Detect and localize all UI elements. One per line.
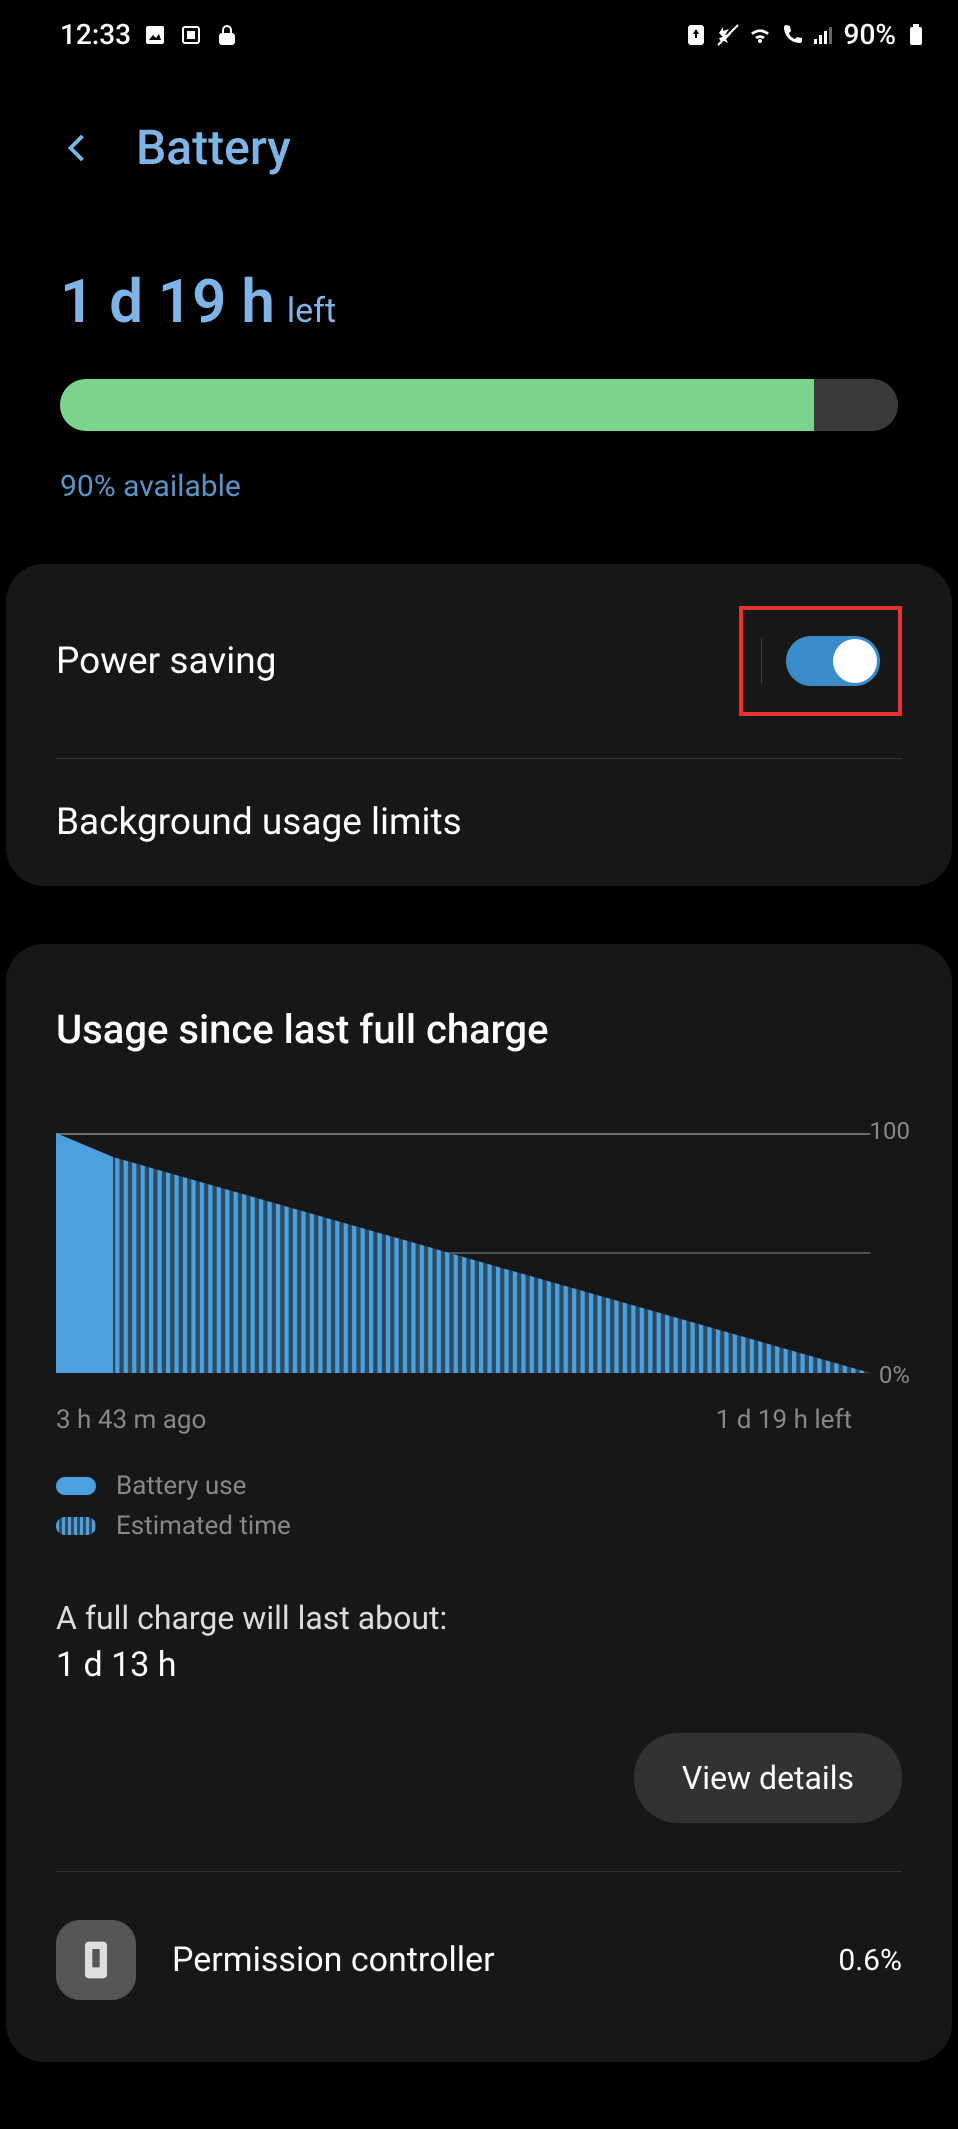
legend-hatch-icon xyxy=(56,1517,96,1535)
chart-y-min: 0% xyxy=(879,1361,910,1389)
bg-limits-label: Background usage limits xyxy=(56,801,462,844)
power-saving-label: Power saving xyxy=(56,640,276,683)
app-pct: 0.6% xyxy=(838,1943,902,1978)
settings-card: Power saving Background usage limits xyxy=(6,564,952,886)
time-left-suffix: left xyxy=(287,291,336,331)
chart-x-start: 3 h 43 m ago xyxy=(56,1405,206,1435)
battery-icon xyxy=(904,23,928,47)
legend-solid-icon xyxy=(56,1477,96,1495)
usage-title: Usage since last full charge xyxy=(56,1006,902,1053)
status-bar: 12:33 90% xyxy=(0,0,958,69)
toggle-knob xyxy=(833,639,877,683)
app-icon xyxy=(56,1920,136,2000)
toggle-separator xyxy=(761,639,762,683)
divider xyxy=(56,1871,902,1872)
lock-icon xyxy=(215,23,239,47)
page-title: Battery xyxy=(136,119,291,176)
chart-legend: Battery use Estimated time xyxy=(56,1471,902,1541)
status-time: 12:33 xyxy=(60,18,131,51)
call-icon xyxy=(780,23,804,47)
back-icon[interactable] xyxy=(60,130,96,166)
vibrate-icon xyxy=(716,23,740,47)
power-saving-toggle[interactable] xyxy=(786,636,880,686)
battery-progress-fill xyxy=(60,379,814,431)
legend-estimated: Estimated time xyxy=(116,1511,291,1541)
chart-x-end: 1 d 19 h left xyxy=(716,1405,852,1435)
legend-battery-use: Battery use xyxy=(116,1471,246,1501)
chart-y-max: 100 xyxy=(870,1117,910,1145)
app-row[interactable]: Permission controller 0.6% xyxy=(56,1920,902,2000)
recycle-icon xyxy=(684,23,708,47)
highlight-box xyxy=(739,606,902,716)
power-saving-row[interactable]: Power saving xyxy=(6,564,952,758)
full-charge-val: 1 d 13 h xyxy=(56,1645,902,1685)
wifi-icon xyxy=(748,23,772,47)
usage-chart[interactable]: 100 0% xyxy=(56,1133,902,1373)
view-details-button[interactable]: View details xyxy=(634,1733,902,1823)
signal-icon xyxy=(812,23,836,47)
app-name: Permission controller xyxy=(172,1940,802,1980)
bg-limits-row[interactable]: Background usage limits xyxy=(6,759,952,886)
usage-card: Usage since last full charge 100 0% 3 h … xyxy=(6,944,952,2062)
header: Battery xyxy=(0,69,958,226)
available-text: 90% available xyxy=(60,469,898,504)
picture-icon xyxy=(143,23,167,47)
time-left-value: 1 d 19 h xyxy=(60,266,275,337)
battery-progress-bar xyxy=(60,379,898,431)
battery-summary: 1 d 19 h left 90% available xyxy=(0,226,958,564)
status-battery-pct: 90% xyxy=(844,18,896,51)
full-charge-text: A full charge will last about: xyxy=(56,1599,902,1637)
stop-icon xyxy=(179,23,203,47)
